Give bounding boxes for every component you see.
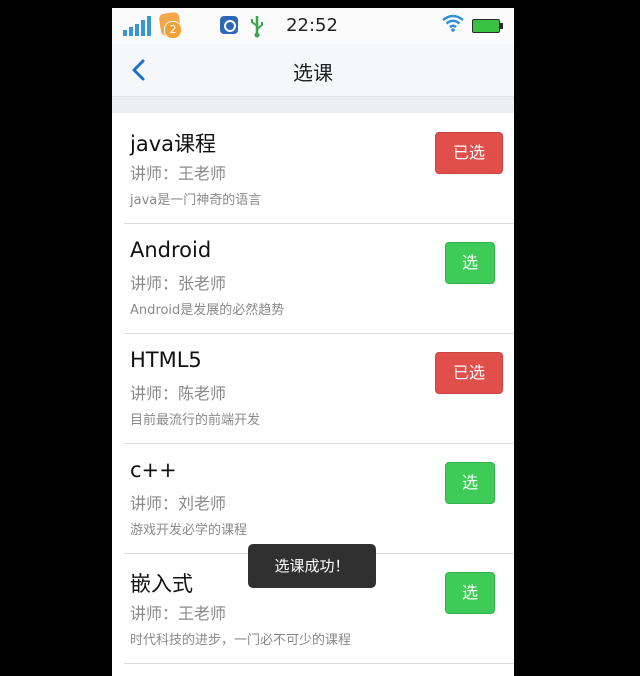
course-item-android: Android 讲师：张老师 Android是发展的必然趋势 选: [112, 224, 514, 334]
course-item-cpp: c++ 讲师：刘老师 游戏开发必学的课程 选: [112, 444, 514, 554]
page-title: 选课: [293, 61, 333, 85]
course-name: HTML5: [130, 348, 202, 372]
status-bar: 2 22:52: [112, 8, 514, 44]
course-description: 游戏开发必学的课程: [130, 523, 248, 538]
header-divider: [112, 97, 514, 113]
course-teacher: 讲师：陈老师: [130, 384, 227, 403]
course-name: Android: [130, 238, 212, 262]
course-item-java: java课程 讲师：王老师 java是一门神奇的语言 已选: [112, 114, 514, 224]
selected-button[interactable]: 已选: [435, 132, 503, 174]
course-item-html5: HTML5 讲师：陈老师 目前最流行的前端开发 已选: [112, 334, 514, 444]
select-button[interactable]: 选: [445, 242, 495, 284]
course-description: Android是发展的必然趋势: [130, 303, 285, 318]
toast-message: 选课成功！: [248, 544, 376, 588]
course-teacher: 讲师：张老师: [130, 274, 227, 293]
course-teacher: 讲师：王老师: [130, 604, 227, 623]
course-description: 目前最流行的前端开发: [130, 413, 261, 428]
course-name: c++: [130, 458, 177, 482]
wifi-icon: [442, 14, 464, 32]
notification-count: 2: [164, 21, 182, 39]
usb-icon: [251, 16, 263, 38]
course-description: 时代科技的进步，一门必不可少的课程: [130, 633, 352, 648]
course-teacher: 讲师：刘老师: [130, 494, 227, 513]
select-button[interactable]: 选: [445, 462, 495, 504]
phone-screen: 2 22:52 选课 java课程 讲师：王老师 java是一门神奇的语言 已选: [112, 8, 514, 676]
course-description: java是一门神奇的语言: [130, 193, 262, 208]
clock: 22:52: [286, 15, 338, 36]
signal-icon: [123, 16, 151, 36]
select-button[interactable]: 选: [445, 572, 495, 614]
selected-button[interactable]: 已选: [435, 352, 503, 394]
nav-bar: 选课: [112, 44, 514, 97]
course-name: 嵌入式: [130, 572, 193, 596]
course-name: java课程: [130, 132, 216, 156]
course-teacher: 讲师：王老师: [130, 164, 227, 183]
app-icon: [220, 16, 238, 34]
battery-icon: [472, 19, 503, 33]
